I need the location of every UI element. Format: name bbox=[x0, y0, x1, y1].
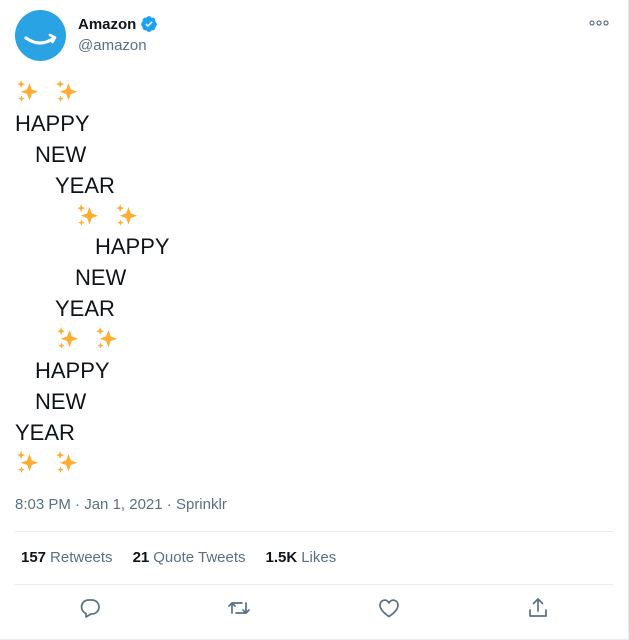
tweet-line: YEAR bbox=[55, 172, 115, 198]
divider bbox=[15, 531, 613, 532]
tweet-stats: 157 Retweets 21 Quote Tweets 1.5K Likes bbox=[21, 549, 336, 566]
tweet-line: NEW bbox=[75, 265, 127, 291]
tweet-line: NEW bbox=[35, 388, 87, 414]
sparkles-line bbox=[15, 325, 170, 356]
sparkles-icon bbox=[77, 203, 99, 226]
divider bbox=[15, 584, 613, 585]
action-bar bbox=[0, 596, 628, 624]
likes-stat[interactable]: 1.5K Likes bbox=[266, 549, 337, 566]
display-name[interactable]: Amazon bbox=[78, 16, 136, 33]
quote-tweets-count: 21 bbox=[132, 549, 150, 566]
user-handle[interactable]: @amazon bbox=[78, 37, 147, 54]
name-row: Amazon bbox=[78, 15, 158, 33]
tweet-source[interactable]: Sprinklr bbox=[176, 496, 227, 513]
tweet-line: HAPPY bbox=[15, 110, 90, 136]
sparkles-icon bbox=[17, 450, 39, 473]
avatar[interactable] bbox=[15, 10, 66, 61]
sparkles-line bbox=[15, 202, 170, 233]
more-options-icon[interactable] bbox=[588, 14, 610, 32]
sparkles-icon bbox=[116, 203, 138, 226]
quote-tweets-stat[interactable]: 21 Quote Tweets bbox=[133, 549, 246, 566]
like-icon[interactable] bbox=[377, 596, 401, 620]
retweets-label: Retweets bbox=[50, 549, 113, 566]
tweet-text: HAPPY NEW YEAR HAPPY NEW YEAR HAPPY NEW YEAR bbox=[15, 78, 170, 480]
sparkles-icon bbox=[17, 80, 39, 102]
likes-label: Likes bbox=[301, 549, 337, 566]
sparkles-line bbox=[15, 449, 170, 480]
likes-count: 1.5K bbox=[265, 549, 298, 566]
sparkles-icon bbox=[96, 327, 118, 349]
meta-separator: · bbox=[162, 496, 176, 513]
quote-tweets-label: Quote Tweets bbox=[153, 549, 246, 566]
tweet-line: YEAR bbox=[55, 296, 115, 322]
verified-badge-icon bbox=[140, 15, 158, 33]
sparkles-icon bbox=[56, 80, 78, 102]
tweet-line: NEW bbox=[35, 141, 87, 167]
sparkles-icon bbox=[57, 327, 79, 349]
sparkles-line bbox=[15, 78, 170, 109]
tweet-meta: 8:03 PM · Jan 1, 2021 · Sprinklr bbox=[15, 496, 227, 513]
tweet-line: YEAR bbox=[15, 419, 75, 445]
reply-icon[interactable] bbox=[78, 596, 102, 620]
retweet-icon[interactable] bbox=[227, 596, 251, 620]
retweets-stat[interactable]: 157 Retweets bbox=[21, 549, 113, 566]
tweet-time[interactable]: 8:03 PM bbox=[15, 496, 71, 513]
tweet-card: Amazon @amazon HAPPY NEW YEAR HAPPY NEW YEAR H… bbox=[0, 0, 629, 640]
retweets-count: 157 bbox=[21, 549, 47, 566]
tweet-line: HAPPY bbox=[95, 234, 170, 260]
sparkles-icon bbox=[56, 450, 78, 473]
amazon-smile-logo-icon bbox=[24, 33, 57, 45]
share-icon[interactable] bbox=[526, 596, 550, 620]
tweet-date[interactable]: Jan 1, 2021 bbox=[84, 496, 162, 513]
tweet-line: HAPPY bbox=[35, 358, 110, 384]
meta-separator: · bbox=[70, 496, 85, 513]
